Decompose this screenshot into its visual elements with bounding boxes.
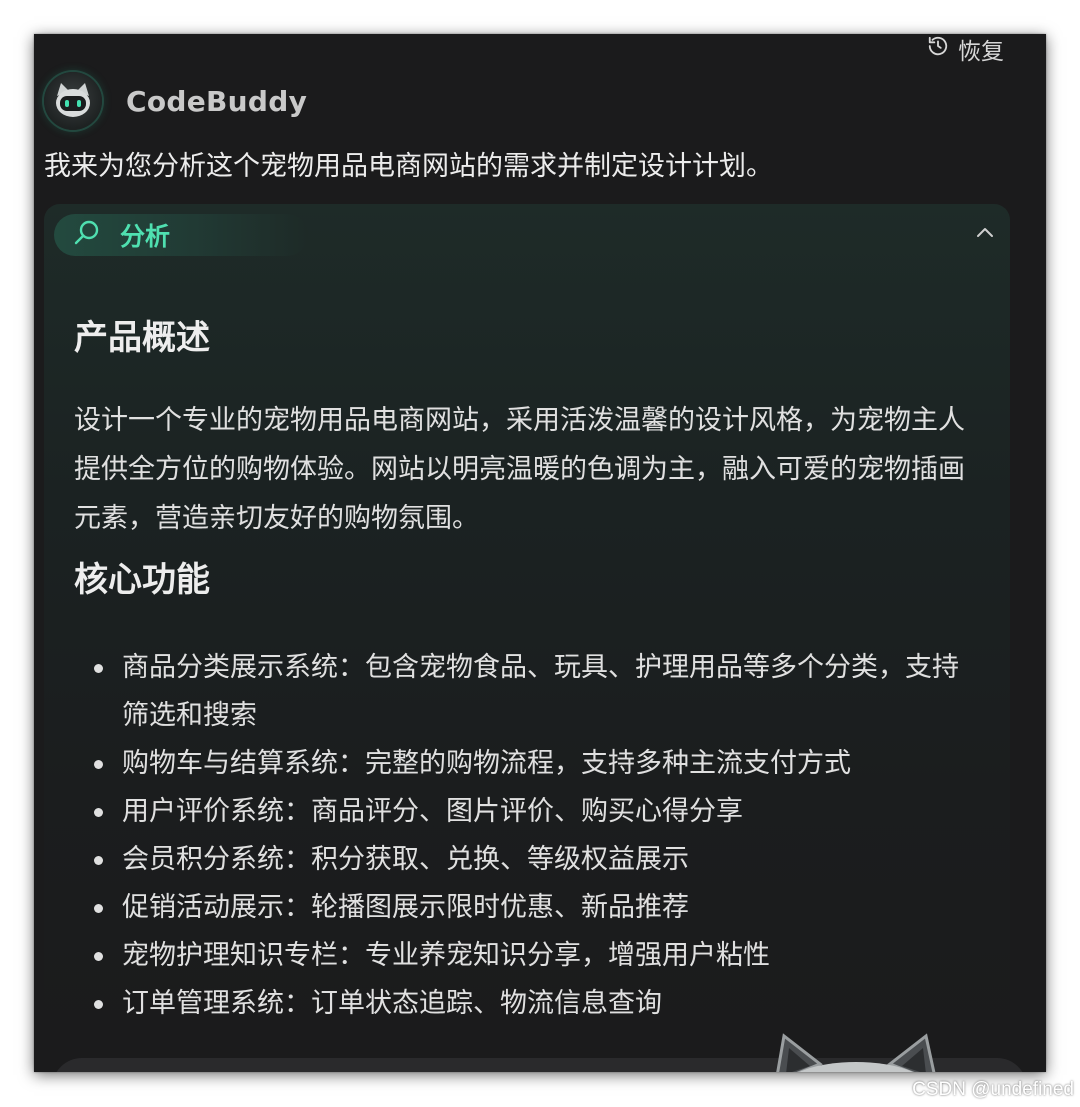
features-list: 商品分类展示系统：包含宠物食品、玩具、护理用品等多个分类，支持筛选和搜索 购物车… — [74, 644, 984, 1028]
list-item: 购物车与结算系统：完整的购物流程，支持多种主流支付方式 — [74, 740, 984, 788]
chevron-up-icon — [974, 222, 996, 248]
list-item: 订单管理系统：订单状态追踪、物流信息查询 — [74, 980, 984, 1028]
agent-name: CodeBuddy — [126, 84, 308, 118]
section-title-features: 核心功能 — [74, 560, 210, 600]
intro-message: 我来为您分析这个宠物用品电商网站的需求并制定设计计划。 — [44, 151, 773, 182]
watermark: CSDN @undefined — [912, 1079, 1074, 1100]
restore-label: 恢复 — [958, 39, 1004, 65]
overview-paragraph: 设计一个专业的宠物用品电商网站，采用活泼温馨的设计风格，为宠物主人提供全方位的购… — [74, 405, 965, 534]
cat-mascot-icon — [776, 1033, 936, 1072]
search-icon — [72, 218, 102, 252]
chat-panel: 恢复 CodeBuddy 我来为您分析这个宠物用品电商网站的需求并制定设计计划。 — [34, 34, 1046, 1072]
analysis-tag[interactable]: 分析 — [54, 214, 308, 256]
robot-cat-avatar-icon — [56, 83, 90, 117]
analysis-tag-label: 分析 — [120, 222, 171, 251]
analysis-card: 分析 产品概述 设计一个专业的宠物用品电商网站，采用活泼温馨的设计风格，为宠物主… — [44, 204, 1010, 1044]
list-item: 用户评价系统：商品评分、图片评价、购买心得分享 — [74, 788, 984, 836]
section-title-overview: 产品概述 — [74, 318, 210, 358]
agent-header: CodeBuddy — [44, 72, 307, 130]
list-item: 会员积分系统：积分获取、兑换、等级权益展示 — [74, 836, 984, 884]
avatar — [44, 72, 102, 130]
list-item: 商品分类展示系统：包含宠物食品、玩具、护理用品等多个分类，支持筛选和搜索 — [74, 644, 984, 740]
history-icon — [927, 35, 949, 63]
restore-button[interactable]: 恢复 — [927, 34, 1004, 65]
list-item: 宠物护理知识专栏：专业养宠知识分享，增强用户粘性 — [74, 932, 984, 980]
list-item: 促销活动展示：轮播图展示限时优惠、新品推荐 — [74, 884, 984, 932]
collapse-toggle[interactable] — [970, 220, 1000, 250]
